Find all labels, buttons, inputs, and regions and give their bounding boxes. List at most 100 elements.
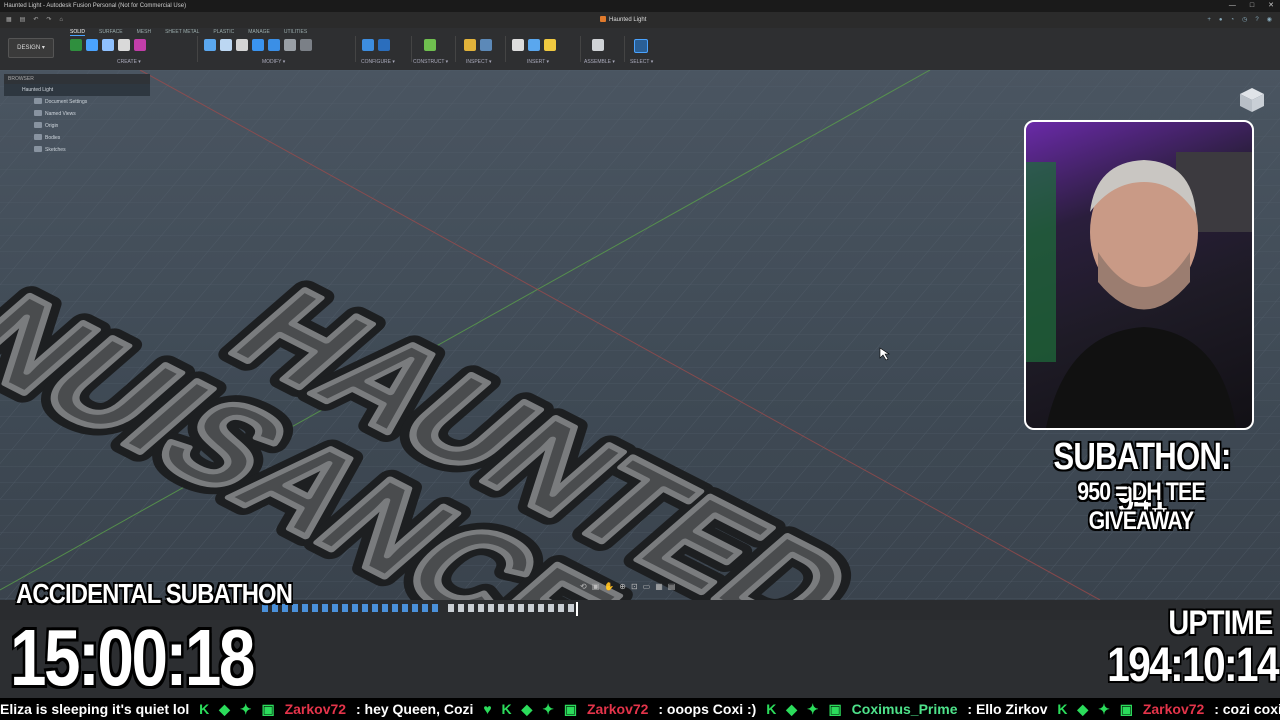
redo-icon[interactable]: ↷ xyxy=(46,12,51,28)
inspect-menu[interactable]: INSPECT ▾ xyxy=(466,59,491,65)
fillet-icon[interactable] xyxy=(220,39,232,51)
configure-menu[interactable]: CONFIGURE ▾ xyxy=(361,59,395,65)
jobs-icon[interactable]: ◔ xyxy=(1231,12,1235,28)
maximize-button[interactable]: □ xyxy=(1250,0,1254,12)
streamer-silhouette xyxy=(1026,152,1252,428)
zoom-icon[interactable]: ⊕ xyxy=(619,582,626,591)
badge-icon: ▣ xyxy=(1119,701,1133,717)
insert-tools xyxy=(512,39,556,57)
document-tab-bar: ▦ ▤ ↶ ↷ ⌂ Haunted Light + ● ◔ ◷ ? ◉ xyxy=(0,12,1280,28)
badge-icon: ▣ xyxy=(261,701,275,717)
move-icon[interactable] xyxy=(284,39,296,51)
insert-mesh-icon[interactable] xyxy=(544,39,556,51)
split-icon[interactable] xyxy=(268,39,280,51)
view-cube-icon[interactable] xyxy=(1238,86,1266,114)
online-icon[interactable]: ● xyxy=(1219,12,1223,28)
create-menu[interactable]: CREATE ▾ xyxy=(117,59,141,65)
badge-icon: ▣ xyxy=(563,701,578,717)
configure-icon[interactable] xyxy=(362,39,374,51)
measure-icon[interactable] xyxy=(464,39,476,51)
folder-icon xyxy=(34,134,42,140)
folder-icon xyxy=(34,122,42,128)
browser-item-document-settings[interactable]: Document Settings xyxy=(4,96,150,108)
insert-menu[interactable]: INSERT ▾ xyxy=(527,59,549,65)
giveaway-text: 950 = DH TEE GIVEAWAY xyxy=(1077,478,1205,535)
inspect-tools xyxy=(464,39,492,57)
grid-icon[interactable]: ▦ xyxy=(6,12,12,28)
pan-icon[interactable]: ✋ xyxy=(604,582,614,591)
diamond-icon: ◆ xyxy=(786,701,798,717)
browser-item-named-views[interactable]: Named Views xyxy=(4,108,150,120)
browser-root-item[interactable]: Haunted Light xyxy=(4,84,150,96)
sparkle-icon: ✦ xyxy=(806,701,819,717)
create-tools xyxy=(70,39,146,57)
minimize-button[interactable]: — xyxy=(1229,0,1236,12)
home-icon[interactable]: ⌂ xyxy=(59,12,63,28)
box-icon[interactable] xyxy=(118,39,130,51)
new-sketch-icon[interactable] xyxy=(70,39,82,51)
display-settings-icon[interactable]: ▭ xyxy=(643,582,651,591)
look-at-icon[interactable]: ▣ xyxy=(592,582,600,591)
grid-settings-icon[interactable]: ▦ xyxy=(655,582,663,591)
browser-item-origin[interactable]: Origin xyxy=(4,120,150,132)
browser-root-label: Haunted Light xyxy=(22,87,54,93)
browser-panel: BROWSER Haunted Light Document Settings … xyxy=(4,74,150,160)
close-window-button[interactable]: ✕ xyxy=(1268,0,1274,12)
undo-icon[interactable]: ↶ xyxy=(33,12,38,28)
orbit-icon[interactable]: ⟲ xyxy=(580,582,587,591)
assemble-menu[interactable]: ASSEMBLE ▾ xyxy=(584,59,615,65)
assemble-tools xyxy=(592,39,604,57)
badge-icon: ▣ xyxy=(828,701,842,717)
navigation-bar: ⟲ ▣ ✋ ⊕ ⊡ ▭ ▦ ▤ xyxy=(580,582,675,591)
browser-item-bodies[interactable]: Bodies xyxy=(4,132,150,144)
workspace-switcher-button[interactable]: DESIGN ▾ xyxy=(8,38,54,58)
viewports-icon[interactable]: ▤ xyxy=(668,582,676,591)
new-tab-icon[interactable]: + xyxy=(1207,12,1211,28)
combine-icon[interactable] xyxy=(252,39,264,51)
avatar[interactable]: ◉ xyxy=(1267,12,1272,28)
gear-icon xyxy=(34,98,42,104)
document-tab[interactable]: Haunted Light xyxy=(600,12,646,28)
section-analysis-icon[interactable] xyxy=(480,39,492,51)
extrude-icon[interactable] xyxy=(86,39,98,51)
shell-icon[interactable] xyxy=(236,39,248,51)
parameters-icon[interactable] xyxy=(378,39,390,51)
joint-icon[interactable] xyxy=(592,39,604,51)
tab-utilities[interactable]: UTILITIES xyxy=(284,29,307,36)
kick-icon: K xyxy=(501,701,512,717)
select-menu[interactable]: SELECT ▾ xyxy=(630,59,653,65)
fit-icon[interactable]: ⊡ xyxy=(631,582,638,591)
tab-plastic[interactable]: PLASTIC xyxy=(213,29,234,36)
form-icon[interactable] xyxy=(134,39,146,51)
ticker-message: : cozi coxi :) xyxy=(1214,701,1280,717)
help-icon[interactable]: ? xyxy=(1255,12,1258,28)
insert-image-icon[interactable] xyxy=(528,39,540,51)
sparkle-icon: ✦ xyxy=(542,701,554,717)
tab-mesh[interactable]: MESH xyxy=(137,29,151,36)
insert-derive-icon[interactable] xyxy=(512,39,524,51)
tab-surface[interactable]: SURFACE xyxy=(99,29,123,36)
modify-menu[interactable]: MODIFY ▾ xyxy=(262,59,285,65)
ticker-message: : hey Queen, Cozi xyxy=(355,701,474,717)
tab-solid[interactable]: SOLID xyxy=(70,29,86,36)
ticker-message: : ooops Coxi :) xyxy=(658,701,757,717)
webcam-feed xyxy=(1024,120,1254,430)
file-menu-icon[interactable]: ▤ xyxy=(20,12,26,28)
construct-menu[interactable]: CONSTRUCT ▾ xyxy=(413,59,448,65)
kick-icon: K xyxy=(1057,701,1068,717)
tab-manage[interactable]: MANAGE xyxy=(248,29,270,36)
notifications-icon[interactable]: ◷ xyxy=(1242,12,1247,28)
ticker-username: Zarkov72 xyxy=(284,701,347,717)
uptime-value: 194:10:14 xyxy=(1107,639,1279,692)
ticker-message: Eliza is sleeping it's quiet lol xyxy=(0,701,190,717)
browser-item-sketches[interactable]: Sketches xyxy=(4,144,150,156)
press-pull-icon[interactable] xyxy=(204,39,216,51)
select-icon[interactable] xyxy=(634,39,648,53)
offset-plane-icon[interactable] xyxy=(424,39,436,51)
workspace-tabs: SOLID SURFACE MESH SHEET METAL PLASTIC M… xyxy=(70,29,307,36)
select-tools xyxy=(634,39,648,57)
align-icon[interactable] xyxy=(300,39,312,51)
tab-sheet-metal[interactable]: SHEET METAL xyxy=(165,29,199,36)
revolve-icon[interactable] xyxy=(102,39,114,51)
sparkle-icon: ✦ xyxy=(1098,701,1110,717)
